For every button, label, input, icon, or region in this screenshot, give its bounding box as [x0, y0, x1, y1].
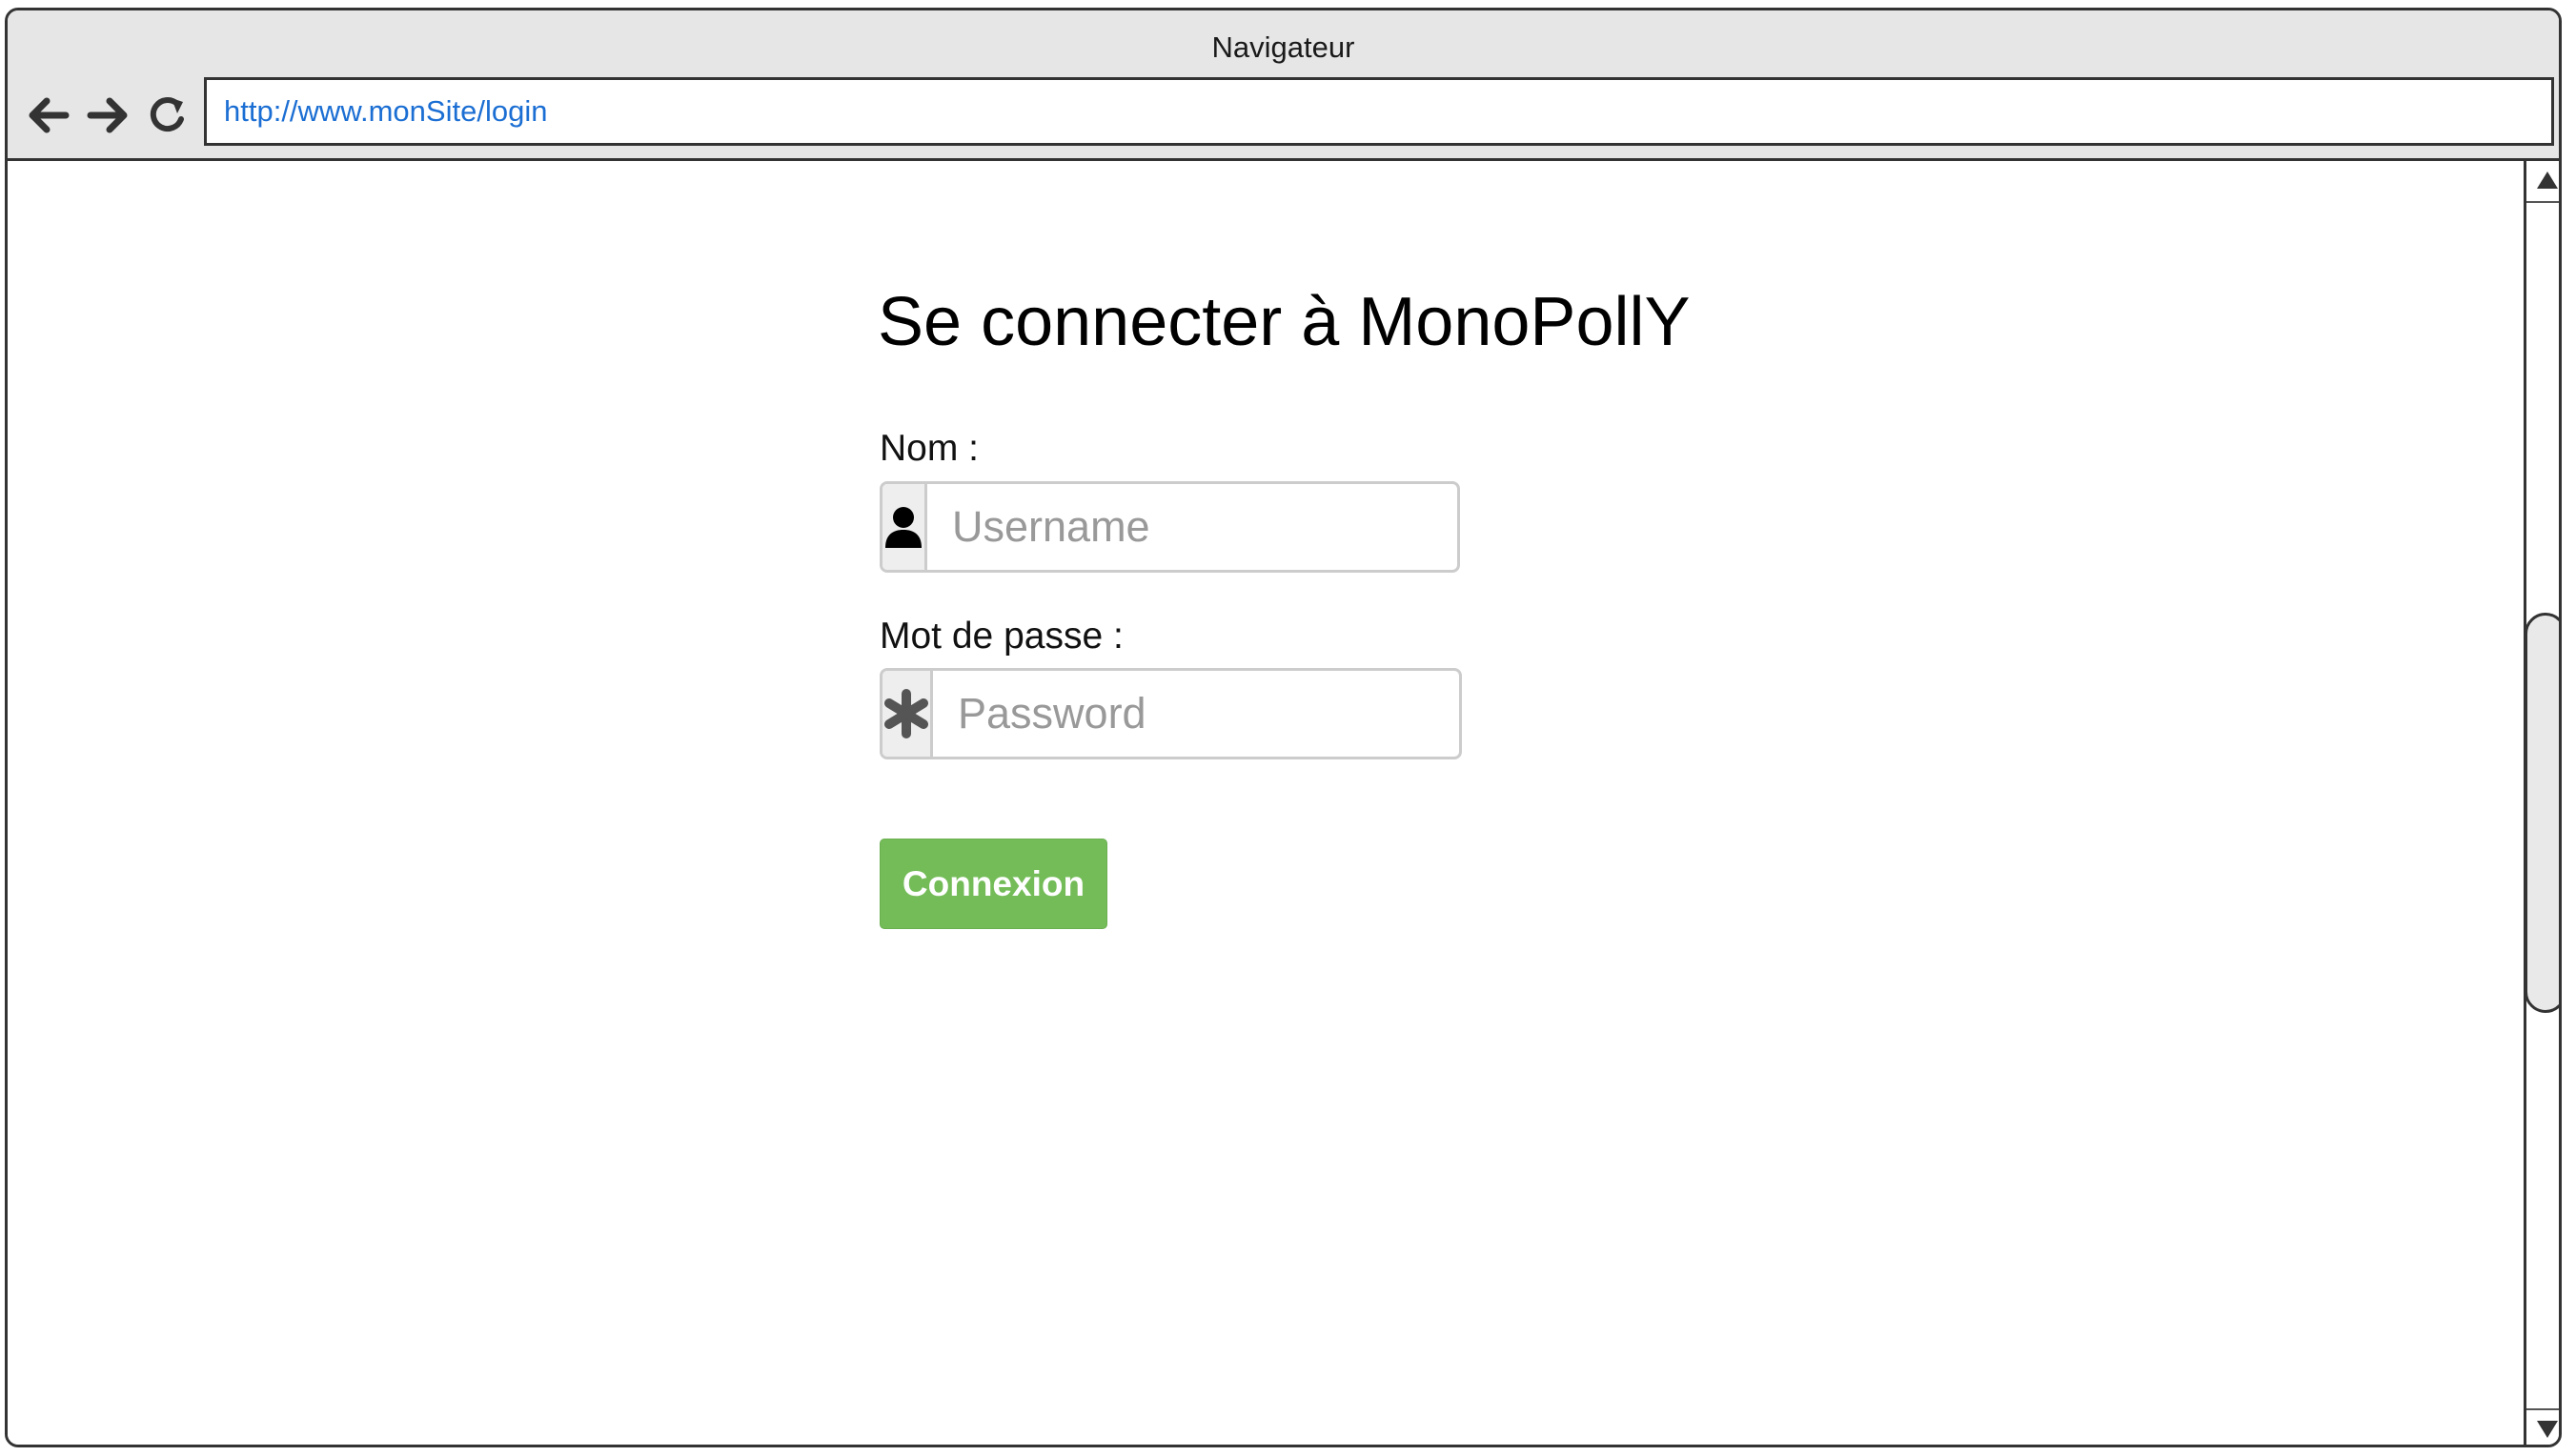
user-icon — [885, 507, 922, 548]
arrow-right-icon — [87, 97, 128, 133]
scroll-thumb[interactable] — [2525, 613, 2559, 1013]
browser-window: Navigateur http://www.monSite/login Se c… — [5, 8, 2562, 1447]
page-title: Se connecter à MonoPollY — [878, 284, 1691, 360]
forward-button[interactable] — [83, 91, 132, 140]
username-input-group — [880, 481, 1460, 573]
password-input-group — [880, 668, 1462, 759]
scroll-up-button[interactable] — [2526, 161, 2559, 203]
username-label: Nom : — [880, 428, 980, 469]
username-addon — [882, 484, 927, 570]
triangle-up-icon — [2536, 172, 2558, 189]
password-label: Mot de passe : — [880, 616, 1124, 657]
address-bar[interactable]: http://www.monSite/login — [204, 77, 2554, 146]
reload-icon — [150, 97, 184, 132]
password-addon — [882, 671, 933, 757]
asterisk-icon — [884, 689, 928, 738]
login-button[interactable]: Connexion — [880, 839, 1107, 929]
vertical-scrollbar[interactable] — [2524, 161, 2559, 1445]
triangle-down-icon — [2536, 1421, 2558, 1438]
back-button[interactable] — [24, 91, 73, 140]
password-input[interactable] — [933, 671, 1459, 757]
browser-toolbar: Navigateur http://www.monSite/login — [8, 10, 2559, 161]
scroll-down-button[interactable] — [2526, 1408, 2559, 1445]
username-input[interactable] — [927, 484, 1457, 570]
window-title: Navigateur — [1211, 30, 1355, 64]
reload-button[interactable] — [143, 91, 193, 140]
arrow-left-icon — [29, 97, 70, 133]
page-viewport: Se connecter à MonoPollY Nom : Mot de pa… — [8, 161, 2524, 1445]
